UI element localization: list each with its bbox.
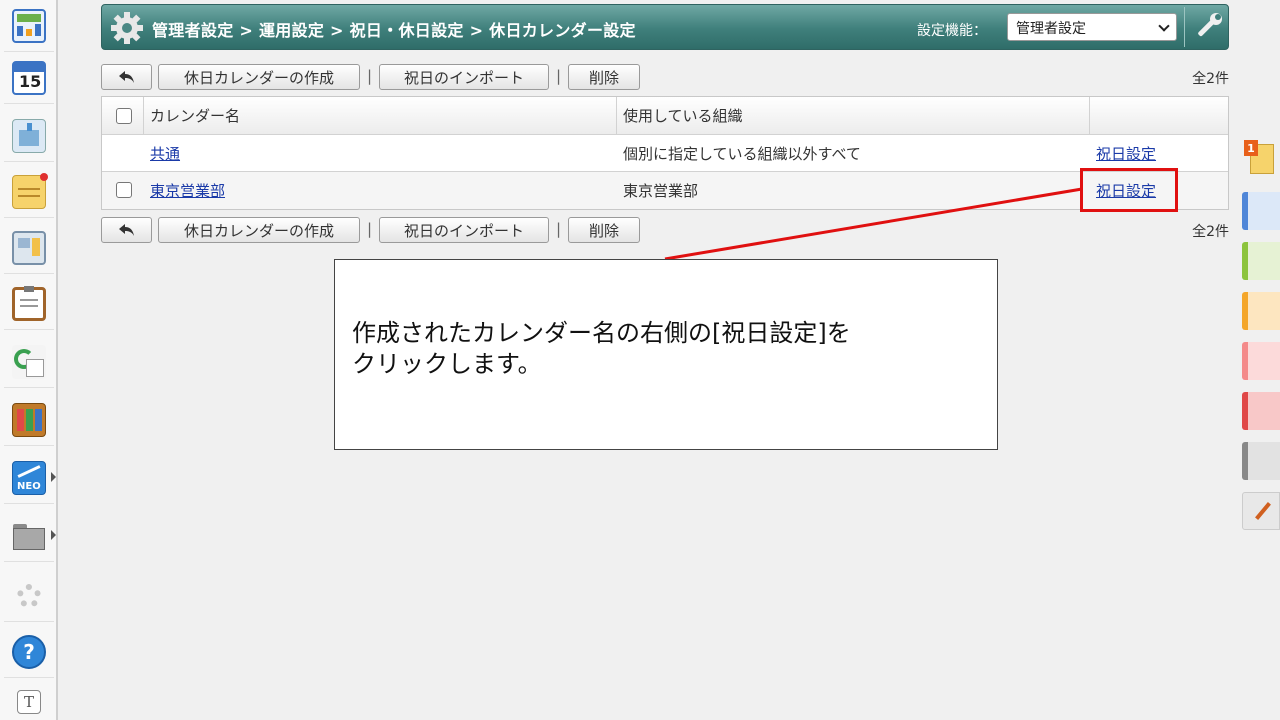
- column-header-organization: 使用している組織: [623, 107, 743, 125]
- sidebar-item-facility[interactable]: [4, 110, 54, 162]
- help-icon: ?: [12, 634, 46, 669]
- wrench-icon[interactable]: [1192, 11, 1224, 43]
- back-arrow-icon: [118, 71, 134, 83]
- column-divider: [1089, 97, 1090, 135]
- neo-label: NEO: [17, 480, 41, 492]
- toolbar-separator: |: [556, 67, 562, 85]
- notification-badge: 1: [1244, 140, 1258, 156]
- back-button[interactable]: [101, 64, 152, 90]
- sidebar-item-report[interactable]: [4, 278, 54, 330]
- breadcrumb: 管理者設定 > 運用設定 > 祝日・休日設定 > 休日カレンダー設定: [152, 21, 636, 40]
- table-row: 東京営業部 東京営業部 祝日設定: [102, 172, 1228, 209]
- column-header-calendar-name: カレンダー名: [150, 107, 241, 125]
- toolbar-top: 休日カレンダーの作成 | 祝日のインポート | 削除 全2件: [101, 64, 1229, 90]
- right-dock: 1: [1240, 0, 1280, 720]
- select-all-checkbox[interactable]: [116, 108, 132, 124]
- folder-icon: [12, 519, 46, 553]
- bulletin-board-icon: [12, 230, 46, 265]
- setting-function-label: 設定機能：: [917, 23, 987, 39]
- portal-icon: [12, 8, 46, 43]
- text-icon: T: [17, 690, 41, 714]
- dock-tab-green[interactable]: [1242, 242, 1280, 280]
- holiday-setting-link[interactable]: 祝日設定: [1096, 143, 1156, 164]
- sidebar-item-schedule[interactable]: 15: [4, 52, 54, 104]
- calendar-icon: 15: [12, 60, 46, 95]
- create-calendar-button[interactable]: 休日カレンダーの作成: [158, 64, 360, 90]
- workflow-icon: [12, 344, 46, 379]
- chevron-down-icon: [1158, 20, 1170, 32]
- expand-arrow-icon: [51, 530, 56, 540]
- pencil-icon[interactable]: [1242, 492, 1280, 530]
- calendar-day: 15: [19, 71, 42, 91]
- table-header-row: カレンダー名 使用している組織: [102, 97, 1228, 135]
- item-count: 全2件: [1192, 71, 1229, 87]
- sidebar-item-cabinet[interactable]: [4, 394, 54, 446]
- table-row: 共通 個別に指定している組織以外すべて 祝日設定: [102, 135, 1228, 172]
- row-checkbox[interactable]: [116, 182, 132, 198]
- header-bar: 管理者設定 > 運用設定 > 祝日・休日設定 > 休日カレンダー設定 設定機能：…: [101, 4, 1229, 50]
- import-holidays-button[interactable]: 祝日のインポート: [379, 217, 549, 243]
- dock-tab-orange[interactable]: [1242, 292, 1280, 330]
- dock-tab-pink[interactable]: [1242, 342, 1280, 380]
- toolbar-separator: |: [367, 67, 373, 85]
- gear-icon: [111, 12, 143, 44]
- header-divider: [1184, 7, 1185, 47]
- organization-cell: 東京営業部: [623, 182, 699, 200]
- clipboard-icon: [12, 285, 46, 321]
- toolbar-separator: |: [367, 220, 373, 238]
- sidebar-item-settings[interactable]: [4, 570, 54, 622]
- item-count: 全2件: [1192, 224, 1229, 240]
- delete-button[interactable]: 削除: [568, 217, 640, 243]
- expand-arrow-icon: [51, 472, 56, 482]
- dock-tab-red[interactable]: [1242, 392, 1280, 430]
- calendar-name-link[interactable]: 共通: [150, 143, 180, 164]
- sidebar-item-neo[interactable]: NEO: [4, 452, 56, 504]
- sidebar-item-portal[interactable]: [4, 0, 54, 52]
- setting-select-value: 管理者設定: [1016, 21, 1086, 37]
- back-button[interactable]: [101, 217, 152, 243]
- notification-memo-icon[interactable]: 1: [1244, 140, 1276, 176]
- sidebar-item-help[interactable]: ?: [4, 626, 54, 678]
- calendar-table: カレンダー名 使用している組織 共通 個別に指定している組織以外すべて 祝日設定…: [101, 96, 1229, 210]
- back-arrow-icon: [118, 224, 134, 236]
- highlight-box: [1080, 168, 1178, 212]
- toolbar-bottom: 休日カレンダーの作成 | 祝日のインポート | 削除 全2件: [101, 217, 1229, 243]
- sidebar-item-memo[interactable]: [4, 166, 54, 218]
- sidebar-item-folder[interactable]: [4, 510, 56, 562]
- create-calendar-button[interactable]: 休日カレンダーの作成: [158, 217, 360, 243]
- callout-text: 作成されたカレンダー名の右側の[祝日設定]を クリックします。: [352, 318, 952, 380]
- sidebar-item-bulletin[interactable]: [4, 222, 54, 274]
- callout-box: 作成されたカレンダー名の右側の[祝日設定]を クリックします。: [334, 259, 998, 450]
- dock-tab-blue[interactable]: [1242, 192, 1280, 230]
- settings-gear-icon: [12, 579, 46, 613]
- sidebar-item-workflow[interactable]: [4, 336, 54, 388]
- neo-icon: NEO: [12, 460, 46, 495]
- import-holidays-button[interactable]: 祝日のインポート: [379, 64, 549, 90]
- setting-function-select[interactable]: 管理者設定: [1007, 13, 1177, 41]
- cabinet-icon: [12, 402, 46, 437]
- organization-cell: 個別に指定している組織以外すべて: [623, 144, 861, 163]
- dock-tab-gray[interactable]: [1242, 442, 1280, 480]
- facility-icon: [12, 118, 46, 153]
- calendar-name-link[interactable]: 東京営業部: [150, 180, 225, 201]
- memo-icon: [12, 172, 48, 209]
- callout-text-line: クリックします。: [352, 350, 542, 378]
- delete-button[interactable]: 削除: [568, 64, 640, 90]
- callout-text-line: 作成されたカレンダー名の右側の[祝日設定]を: [352, 319, 851, 347]
- sidebar-item-text[interactable]: T: [4, 676, 54, 720]
- toolbar-separator: |: [556, 220, 562, 238]
- app-sidebar: 15 NEO ? T: [0, 0, 58, 720]
